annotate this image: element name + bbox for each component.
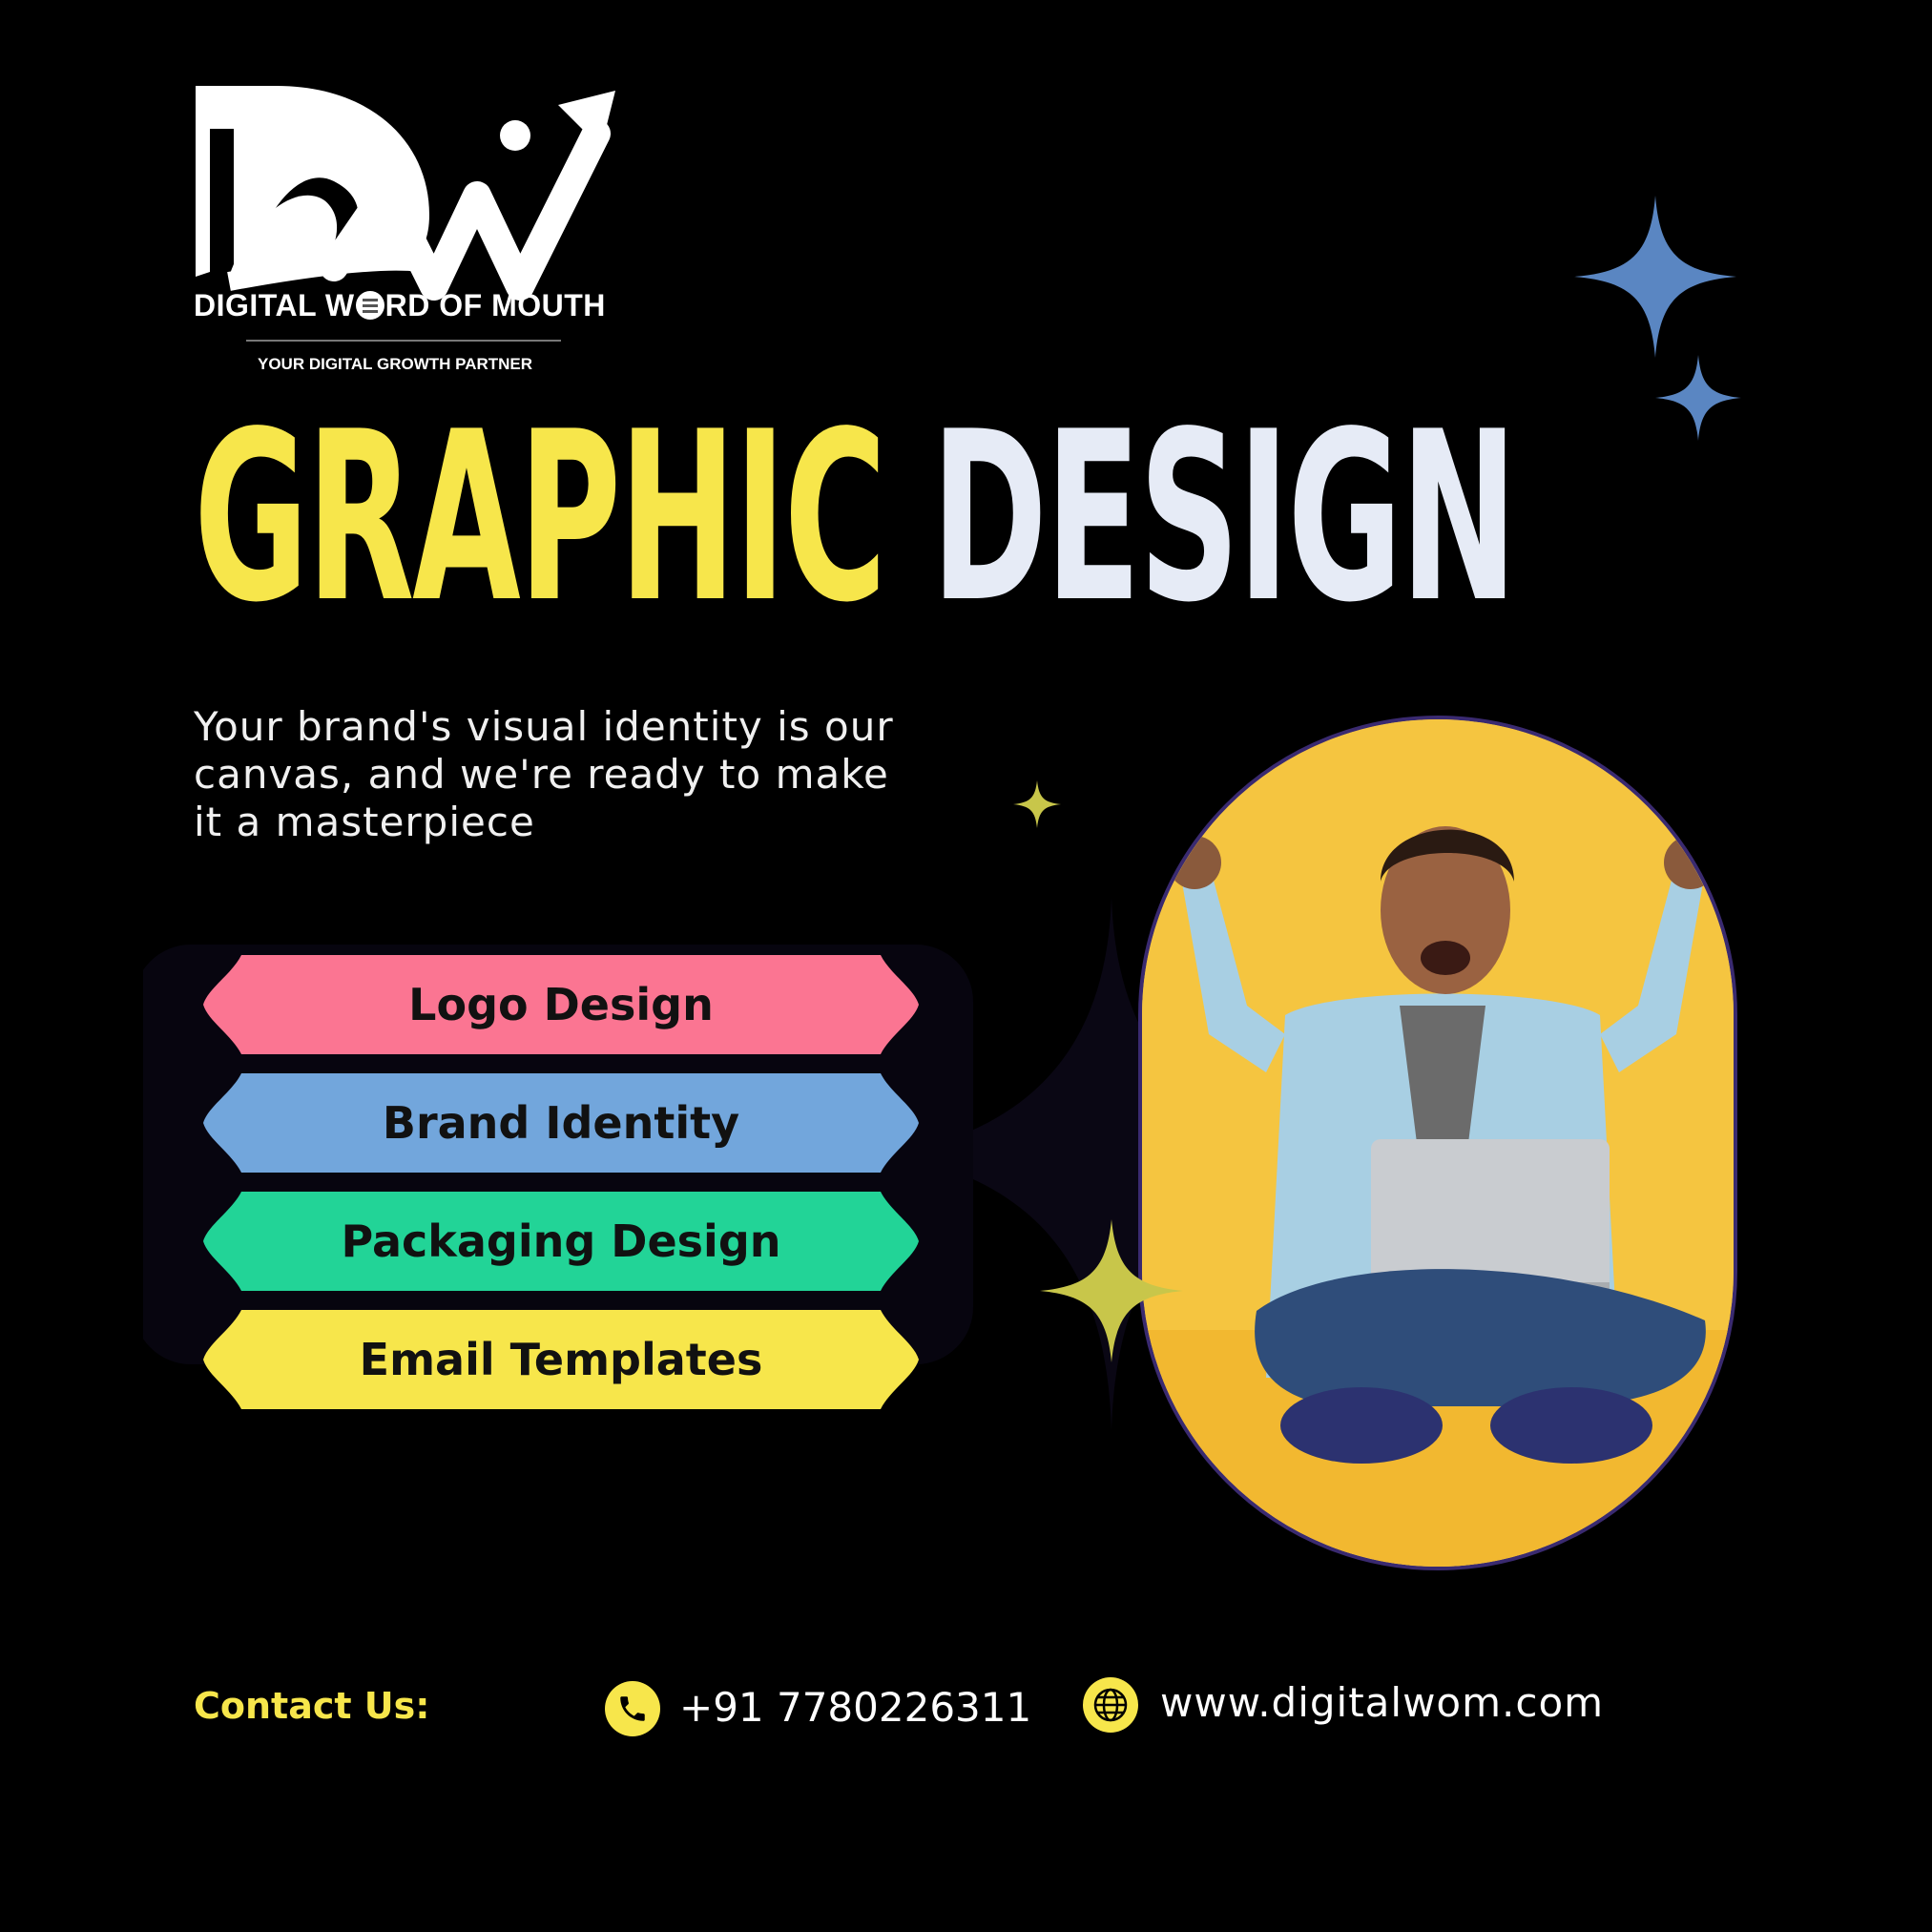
globe-icon	[1083, 1677, 1138, 1733]
service-label: Logo Design	[408, 979, 714, 1030]
service-pill-packaging-design: Packaging Design	[203, 1192, 919, 1291]
sparkle-icon	[1655, 355, 1741, 441]
brand-tagline: YOUR DIGITAL GROWTH PARTNER	[258, 355, 533, 373]
magnifier-icon	[355, 291, 384, 320]
sparkle-icon	[1013, 780, 1061, 828]
headline: GRAPHIC DESIGN	[194, 401, 1518, 634]
service-pill-brand-identity: Brand Identity	[203, 1073, 919, 1173]
service-pill-email-templates: Email Templates	[203, 1310, 919, 1409]
headline-graphic: GRAPHIC	[194, 382, 887, 654]
service-label: Packaging Design	[341, 1215, 781, 1267]
brand-logo-mark	[196, 86, 615, 301]
brand-name: DIGITAL W RD OF MOUTH	[194, 288, 606, 322]
hero-photo	[1138, 716, 1737, 1570]
sparkle-icon	[1574, 196, 1736, 358]
website-link[interactable]: www.digitalwom.com	[1160, 1679, 1604, 1726]
sparkle-icon	[1040, 1219, 1183, 1362]
contact-label: Contact Us:	[194, 1685, 430, 1727]
service-label: Email Templates	[359, 1334, 763, 1385]
headline-design: DESIGN	[930, 382, 1518, 654]
phone-icon	[605, 1681, 660, 1736]
subtitle: Your brand's visual identity is our canv…	[194, 703, 894, 845]
service-pill-logo-design: Logo Design	[203, 955, 919, 1054]
logo-divider	[246, 340, 561, 342]
service-label: Brand Identity	[382, 1097, 740, 1149]
phone-number[interactable]: +91 7780226311	[679, 1684, 1031, 1731]
